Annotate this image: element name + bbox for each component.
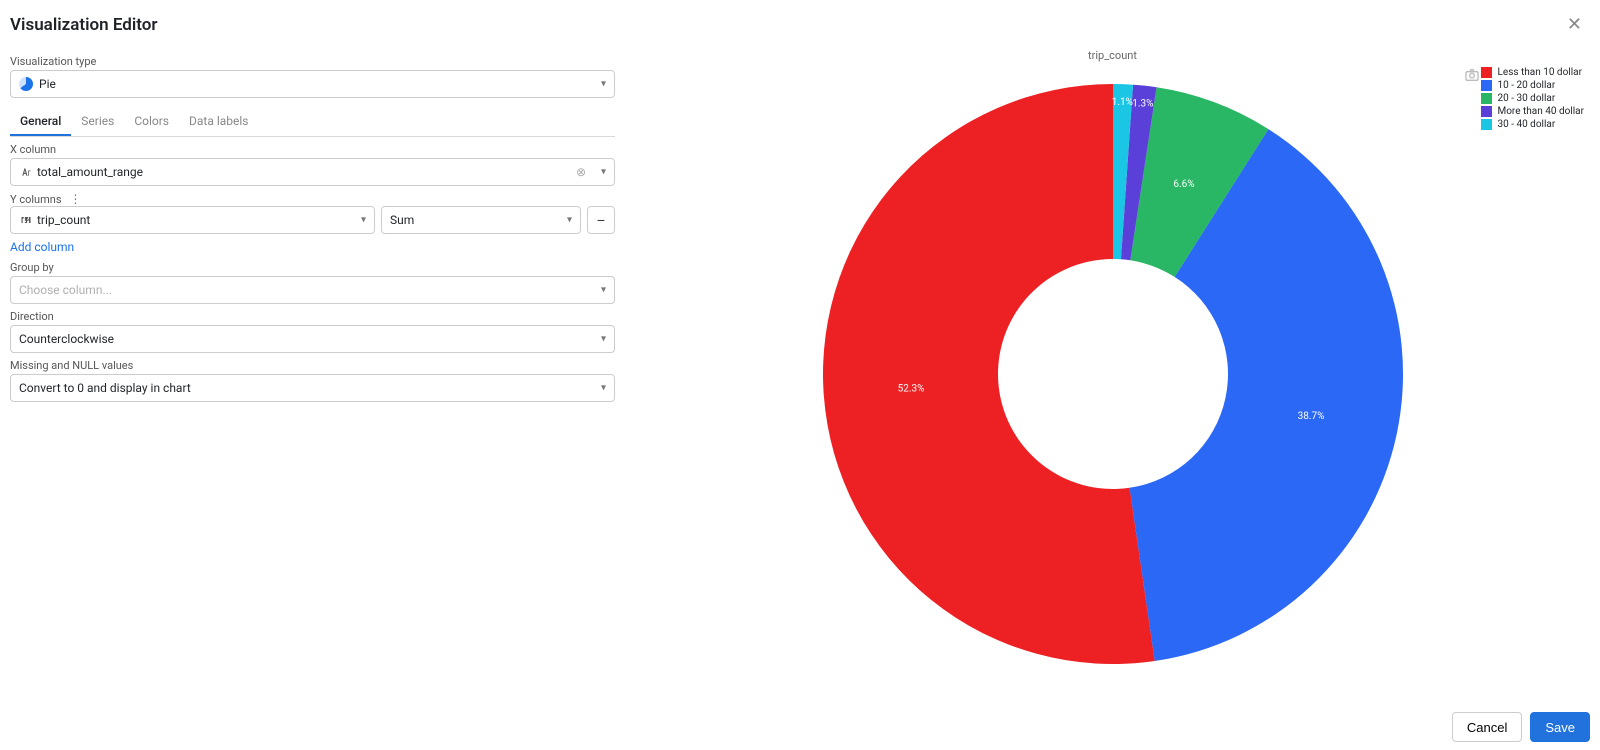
legend-label: Less than 10 dollar — [1498, 67, 1582, 78]
clear-icon[interactable]: ⊗ — [576, 165, 586, 179]
close-button[interactable]: ✕ — [1559, 10, 1590, 39]
chart-title: trip_count — [625, 43, 1600, 64]
slice-label: 1.1% — [1111, 97, 1132, 108]
legend-label: More than 40 dollar — [1498, 106, 1585, 117]
x-column-select[interactable]: total_amount_range ⊗ ▾ — [10, 158, 615, 186]
cancel-button[interactable]: Cancel — [1452, 712, 1522, 742]
camera-icon[interactable] — [1464, 67, 1480, 87]
legend-swatch — [1481, 106, 1492, 117]
tabs: General Series Colors Data labels — [10, 108, 615, 137]
y-column-select[interactable]: trip_count ▾ — [10, 206, 375, 234]
vis-type-label: Visualization type — [10, 55, 615, 68]
null-handling-value: Convert to 0 and display in chart — [19, 381, 191, 395]
legend-label: 30 - 40 dollar — [1498, 119, 1556, 130]
chevron-down-icon: ▾ — [361, 215, 366, 226]
footer: Cancel Save — [1452, 712, 1590, 742]
chevron-down-icon: ▾ — [601, 383, 606, 394]
legend-label: 20 - 30 dollar — [1498, 93, 1556, 104]
x-column-value: total_amount_range — [37, 165, 143, 179]
tab-general[interactable]: General — [10, 108, 71, 136]
tab-data-labels[interactable]: Data labels — [179, 108, 259, 136]
legend-item[interactable]: 20 - 30 dollar — [1481, 93, 1585, 104]
null-handling-label: Missing and NULL values — [10, 359, 615, 372]
tab-series[interactable]: Series — [71, 108, 124, 136]
pie-slice[interactable] — [822, 84, 1154, 664]
slice-label: 6.6% — [1173, 179, 1194, 190]
y-agg-value: Sum — [390, 213, 414, 227]
direction-label: Direction — [10, 310, 615, 323]
chevron-down-icon: ▾ — [601, 285, 606, 296]
legend: Less than 10 dollar 10 - 20 dollar 20 - 30… — [1481, 67, 1585, 132]
legend-item[interactable]: 30 - 40 dollar — [1481, 119, 1585, 130]
null-handling-select[interactable]: Convert to 0 and display in chart ▾ — [10, 374, 615, 402]
x-col-label: X column — [10, 143, 615, 156]
vis-type-select[interactable]: Pie ▾ — [10, 70, 615, 98]
legend-swatch — [1481, 119, 1492, 130]
slice-label: 52.3% — [897, 383, 924, 394]
legend-swatch — [1481, 67, 1492, 78]
legend-swatch — [1481, 80, 1492, 91]
pie-icon — [19, 77, 33, 91]
save-button[interactable]: Save — [1530, 712, 1590, 742]
chevron-down-icon: ▾ — [601, 79, 606, 90]
legend-label: 10 - 20 dollar — [1498, 80, 1556, 91]
direction-select[interactable]: Counterclockwise ▾ — [10, 325, 615, 353]
legend-item[interactable]: Less than 10 dollar — [1481, 67, 1585, 78]
remove-y-column-button[interactable]: − — [587, 206, 615, 234]
tab-colors[interactable]: Colors — [124, 108, 179, 136]
chevron-down-icon: ▾ — [601, 334, 606, 345]
direction-value: Counterclockwise — [19, 332, 114, 346]
string-type-icon — [19, 165, 33, 179]
group-by-label: Group by — [10, 261, 615, 274]
donut-chart: 52.3% 38.7% 6.6% 1.3%1.1% — [803, 64, 1423, 684]
number-type-icon — [19, 213, 33, 227]
chart-panel: trip_count 52.3% 38.7% 6.6% 1.3%1.1% Less t… — [625, 43, 1600, 703]
vis-type-value: Pie — [39, 77, 56, 91]
y-cols-menu-icon[interactable]: ⋮ — [70, 192, 83, 206]
slice-label: 1.3% — [1132, 98, 1153, 109]
page-title: Visualization Editor — [10, 15, 158, 35]
chevron-down-icon: ▾ — [567, 215, 572, 226]
legend-swatch — [1481, 93, 1492, 104]
legend-item[interactable]: 10 - 20 dollar — [1481, 80, 1585, 91]
add-column-link[interactable]: Add column — [10, 240, 74, 254]
slice-label: 38.7% — [1297, 411, 1324, 422]
group-by-placeholder: Choose column... — [19, 283, 112, 297]
y-cols-label: Y columns — [10, 193, 62, 206]
config-panel: Visualization type Pie ▾ General Series … — [0, 43, 625, 703]
y-column-value: trip_count — [37, 213, 90, 227]
chevron-down-icon: ▾ — [601, 167, 606, 178]
group-by-select[interactable]: Choose column... ▾ — [10, 276, 615, 304]
y-aggregation-select[interactable]: Sum ▾ — [381, 206, 581, 234]
legend-item[interactable]: More than 40 dollar — [1481, 106, 1585, 117]
